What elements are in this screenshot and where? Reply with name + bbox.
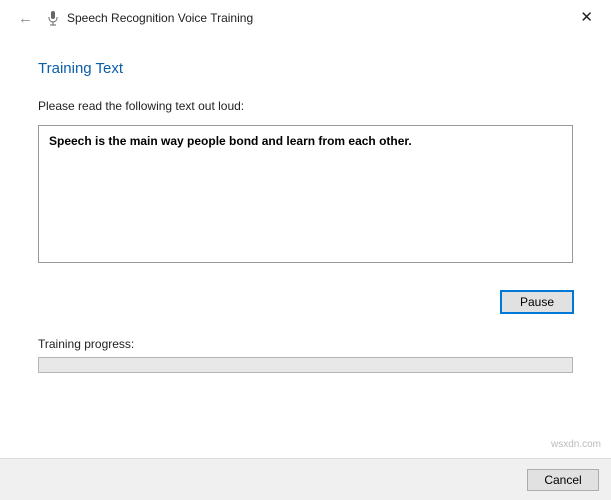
back-arrow-icon: ← xyxy=(18,11,33,26)
footer-bar: Cancel xyxy=(0,458,611,500)
content-area: Training Text Please read the following … xyxy=(0,36,611,373)
cancel-button[interactable]: Cancel xyxy=(527,469,599,491)
training-sentence: Speech is the main way people bond and l… xyxy=(49,134,412,148)
instruction-text: Please read the following text out loud: xyxy=(38,99,573,113)
window-title: Speech Recognition Voice Training xyxy=(67,11,253,25)
titlebar: ← Speech Recognition Voice Training ✕ xyxy=(0,0,611,36)
page-heading: Training Text xyxy=(38,60,573,77)
pause-button[interactable]: Pause xyxy=(501,291,573,313)
progress-bar xyxy=(38,357,573,373)
watermark: wsxdn.com xyxy=(551,439,601,450)
microphone-icon xyxy=(47,10,59,26)
close-icon[interactable]: ✕ xyxy=(576,8,597,27)
progress-label: Training progress: xyxy=(38,337,573,351)
training-text-box: Speech is the main way people bond and l… xyxy=(38,125,573,263)
